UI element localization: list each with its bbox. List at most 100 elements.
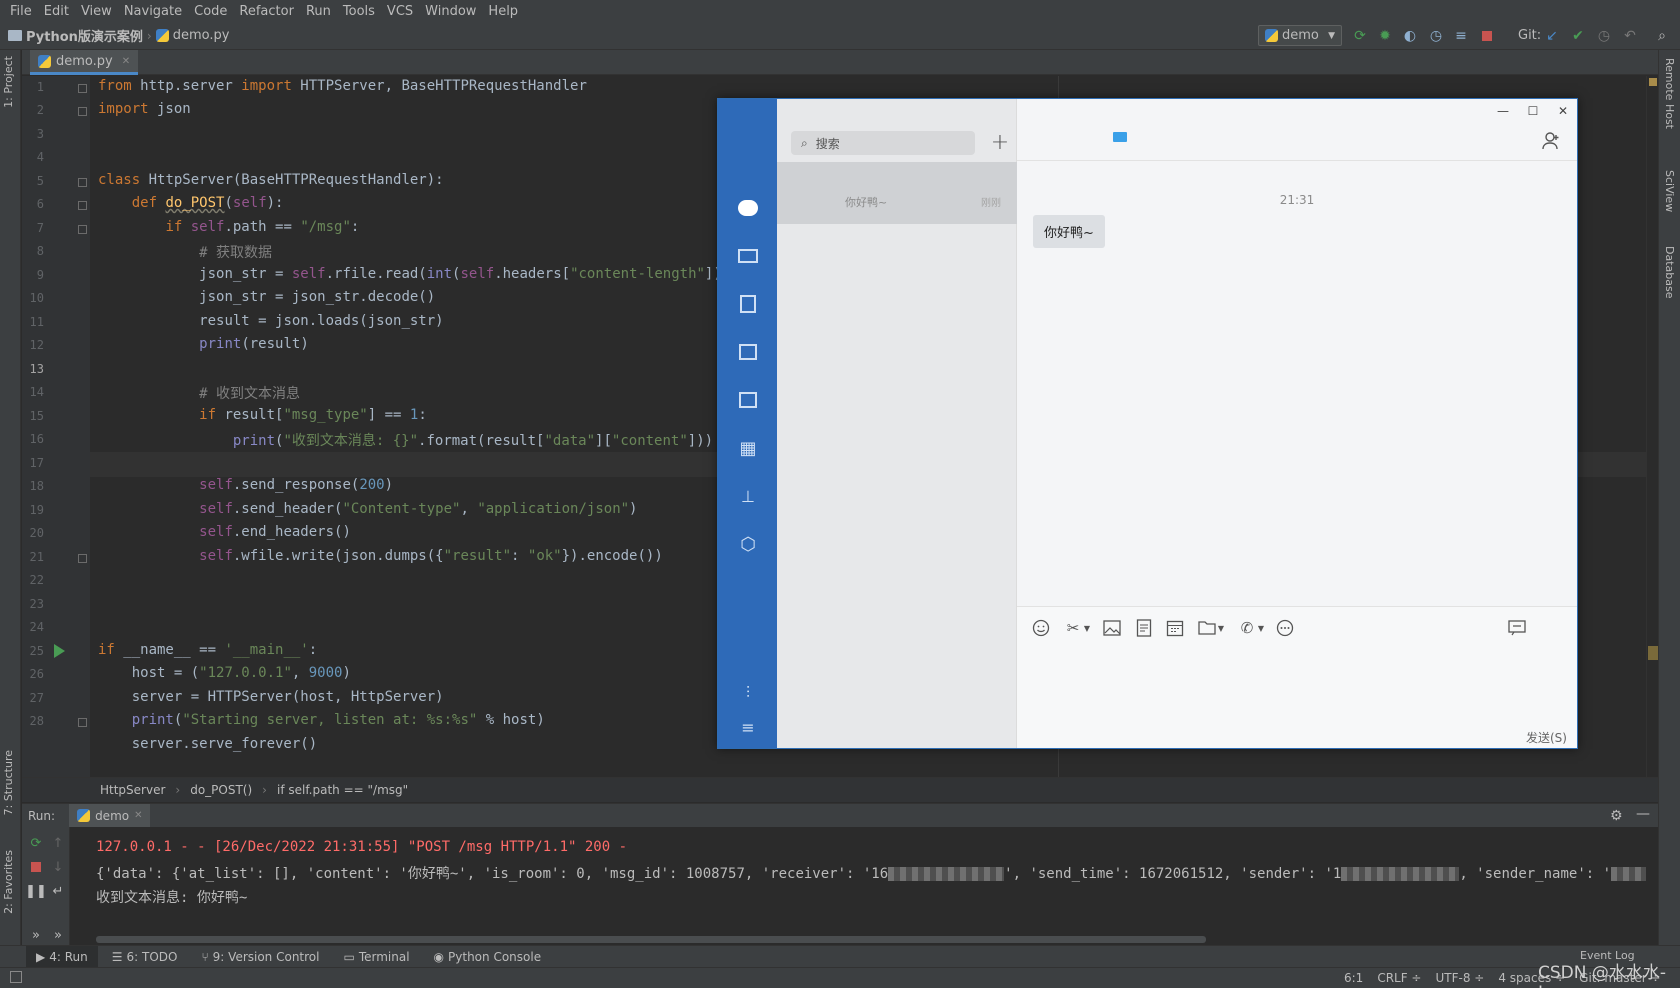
tab-project[interactable]: 1: Project bbox=[2, 56, 15, 108]
concurrency-icon[interactable]: ≡ bbox=[1453, 28, 1469, 44]
file-encoding[interactable]: UTF-8 ÷ bbox=[1436, 971, 1485, 985]
history-icon[interactable]: ◷ bbox=[1596, 28, 1612, 44]
arrow-down-icon[interactable]: ↓ bbox=[50, 859, 66, 875]
tab-terminal[interactable]: ▭ Terminal bbox=[333, 946, 419, 968]
fold-marker-icon[interactable] bbox=[78, 718, 87, 727]
tab-run[interactable]: ▶ 4: Run bbox=[26, 945, 98, 968]
close-icon[interactable]: ✕ bbox=[122, 56, 130, 67]
chat-icon[interactable] bbox=[737, 197, 759, 219]
line-ending[interactable]: CRLF ÷ bbox=[1377, 971, 1421, 985]
tab-sciview[interactable]: SciView bbox=[1663, 170, 1676, 212]
add-contact-icon[interactable] bbox=[1541, 131, 1561, 151]
breadcrumb-project[interactable]: Python版演示案例 bbox=[8, 26, 143, 45]
close-button[interactable]: ✕ bbox=[1553, 103, 1573, 119]
menu-edit[interactable]: Edit bbox=[38, 4, 75, 19]
tab-favorites[interactable]: 2: Favorites bbox=[2, 850, 15, 914]
menu-refactor[interactable]: Refactor bbox=[233, 4, 300, 19]
settings-sliders-icon[interactable]: ⫶ bbox=[737, 682, 759, 704]
menu-file[interactable]: File bbox=[4, 4, 38, 19]
send-button[interactable]: 发送(S) bbox=[1526, 729, 1567, 746]
minimize-icon[interactable]: — bbox=[1636, 806, 1650, 822]
menu-window[interactable]: Window bbox=[419, 4, 482, 19]
conversation-item[interactable]: 你好鸭~ 刚刚 bbox=[777, 162, 1017, 224]
tab-remote-host[interactable]: Remote Host bbox=[1663, 58, 1676, 129]
toggle-tool-windows-icon[interactable] bbox=[10, 971, 22, 983]
image-icon[interactable] bbox=[1102, 618, 1122, 638]
pause-icon[interactable]: ❚❚ bbox=[25, 883, 47, 899]
soft-wrap-icon[interactable]: ↵ bbox=[50, 883, 66, 899]
add-button[interactable]: + bbox=[989, 130, 1011, 155]
more-icon[interactable]: » bbox=[50, 927, 66, 943]
coverage-icon[interactable]: ◐ bbox=[1402, 28, 1418, 44]
scroll-thumb[interactable] bbox=[96, 936, 1206, 943]
chevron-down-icon[interactable]: ▼ bbox=[1251, 618, 1271, 638]
chevron-down-icon[interactable]: ▼ bbox=[1077, 618, 1097, 638]
debug-icon[interactable]: ✹ bbox=[1377, 28, 1393, 44]
document-icon[interactable] bbox=[737, 293, 759, 315]
calendar-icon[interactable] bbox=[737, 341, 759, 363]
menu-help[interactable]: Help bbox=[482, 4, 524, 19]
fold-marker-icon[interactable] bbox=[78, 225, 87, 234]
menu-icon[interactable]: ≡ bbox=[737, 716, 759, 738]
tab-structure[interactable]: 7: Structure bbox=[2, 750, 15, 815]
tab-version-control[interactable]: ⑂ 9: Version Control bbox=[191, 946, 329, 968]
tab-demo-py[interactable]: demo.py ✕ bbox=[30, 50, 139, 75]
menu-vcs[interactable]: VCS bbox=[381, 4, 419, 19]
fold-marker-icon[interactable] bbox=[78, 554, 87, 563]
fold-marker-icon[interactable] bbox=[78, 107, 87, 116]
search-icon[interactable]: ⌕ bbox=[1654, 28, 1670, 44]
breadcrumb-statement[interactable]: if self.path == "/msg" bbox=[277, 783, 408, 797]
chevron-down-icon[interactable]: ▼ bbox=[1211, 618, 1231, 638]
mail-icon[interactable] bbox=[737, 245, 759, 267]
tab-todo[interactable]: ☰ 6: TODO bbox=[102, 946, 188, 968]
menu-run[interactable]: Run bbox=[300, 4, 337, 19]
gear-icon[interactable]: ⚙ bbox=[1610, 808, 1623, 824]
maximize-button[interactable]: ☐ bbox=[1523, 103, 1543, 119]
console-horizontal-scrollbar[interactable] bbox=[70, 934, 1646, 945]
fold-marker-icon[interactable] bbox=[78, 84, 87, 93]
caret-position[interactable]: 6:1 bbox=[1344, 971, 1363, 985]
menu-tools[interactable]: Tools bbox=[337, 4, 381, 19]
tab-python-console[interactable]: ◉ Python Console bbox=[424, 946, 552, 968]
stop-icon[interactable] bbox=[28, 859, 44, 875]
more-options-icon[interactable] bbox=[1275, 618, 1295, 638]
inspection-status-icon[interactable] bbox=[1649, 78, 1657, 86]
console-output[interactable]: 127.0.0.1 - - [26/Dec/2022 21:31:55] "PO… bbox=[70, 827, 1646, 934]
more-icon[interactable]: » bbox=[28, 927, 44, 943]
git-commit-icon[interactable]: ✔ bbox=[1570, 28, 1586, 44]
rerun-icon[interactable]: ⟳ bbox=[1352, 28, 1368, 44]
run-gutter-icon[interactable] bbox=[54, 644, 65, 658]
message-bubble[interactable]: 你好鸭~ bbox=[1033, 215, 1105, 248]
stop-icon[interactable] bbox=[1479, 28, 1495, 44]
profile-icon[interactable]: ◷ bbox=[1428, 28, 1444, 44]
cube-icon[interactable]: ⬡ bbox=[737, 533, 759, 555]
calendar-icon[interactable] bbox=[1165, 618, 1185, 638]
menu-navigate[interactable]: Navigate bbox=[118, 4, 188, 19]
minimize-button[interactable]: — bbox=[1493, 103, 1513, 119]
search-input[interactable]: ⌕ 搜索 bbox=[791, 131, 975, 155]
close-icon[interactable]: ✕ bbox=[134, 810, 142, 821]
revert-icon[interactable]: ↶ bbox=[1622, 28, 1638, 44]
breadcrumb-file[interactable]: demo.py bbox=[155, 28, 229, 43]
chevron-down-icon: ▼ bbox=[1328, 30, 1335, 41]
rerun-icon[interactable]: ⟳ bbox=[28, 835, 44, 851]
editor-scrollbar[interactable] bbox=[1646, 76, 1658, 777]
menu-view[interactable]: View bbox=[75, 4, 118, 19]
git-update-icon[interactable]: ↙ bbox=[1544, 28, 1560, 44]
emoji-icon[interactable] bbox=[1031, 618, 1051, 638]
org-chart-icon[interactable]: ⊥ bbox=[737, 485, 759, 507]
fold-marker-icon[interactable] bbox=[78, 201, 87, 210]
tab-database[interactable]: Database bbox=[1663, 246, 1676, 299]
run-configuration-select[interactable]: demo ▼ bbox=[1258, 25, 1342, 46]
document-icon[interactable] bbox=[1134, 618, 1154, 638]
run-tab-demo[interactable]: demo ✕ bbox=[69, 803, 151, 828]
fold-marker-icon[interactable] bbox=[78, 178, 87, 187]
message-composer[interactable]: ✂ ▼ ▼ ✆ ▼ 发送(S) bbox=[1017, 606, 1577, 748]
arrow-up-icon[interactable]: ↑ bbox=[50, 835, 66, 851]
apps-grid-icon[interactable]: ▦ bbox=[737, 437, 759, 459]
breadcrumb-class[interactable]: HttpServer bbox=[100, 783, 165, 797]
image-icon[interactable] bbox=[737, 389, 759, 411]
menu-code[interactable]: Code bbox=[188, 4, 233, 19]
breadcrumb-method[interactable]: do_POST() bbox=[190, 783, 252, 797]
chat-history-icon[interactable] bbox=[1507, 618, 1527, 638]
